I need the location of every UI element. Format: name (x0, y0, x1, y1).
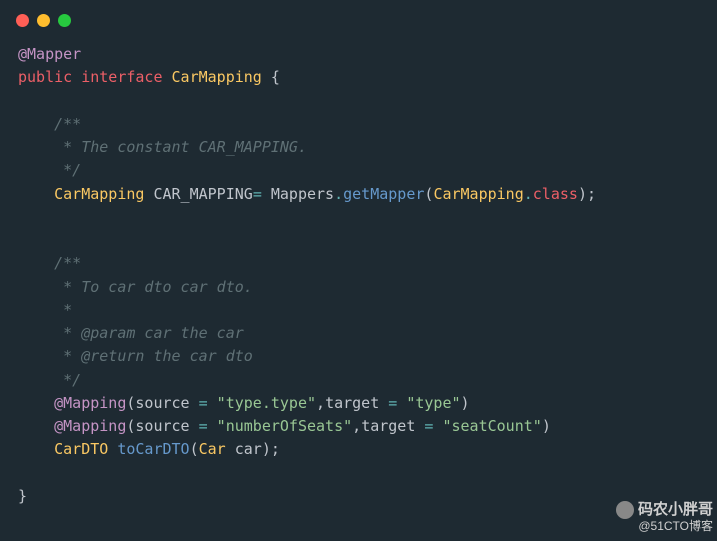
watermark: 码农小胖哥 @51CTO博客 (616, 500, 713, 535)
param-name: source (135, 417, 198, 435)
comma: , (316, 394, 325, 412)
equals: = (199, 417, 208, 435)
class-name: CarMapping (172, 68, 262, 86)
string-literal: "numberOfSeats" (208, 417, 353, 435)
class-ref: Mappers (271, 185, 334, 203)
comment-line: /** (54, 254, 81, 272)
semicolon: ; (271, 440, 280, 458)
comment-line: * The constant CAR_MAPPING. (54, 138, 307, 156)
param-type: Car (199, 440, 226, 458)
param-var: car (226, 440, 262, 458)
annotation: @Mapper (18, 45, 81, 63)
paren: ) (461, 394, 470, 412)
comment-line: */ (54, 371, 81, 389)
wechat-icon (616, 501, 634, 519)
close-brace: } (18, 487, 27, 505)
string-literal: "type" (397, 394, 460, 412)
comment-line: * @return the car dto (54, 347, 253, 365)
param-name: target (361, 417, 424, 435)
assign: = (253, 185, 271, 203)
keyword-public: public (18, 68, 72, 86)
return-type: CarDTO (54, 440, 108, 458)
string-literal: "seatCount" (433, 417, 541, 435)
open-brace: { (271, 68, 280, 86)
minimize-icon (37, 14, 50, 27)
constant-name: CAR_MAPPING (153, 185, 252, 203)
semicolon: ; (587, 185, 596, 203)
comment-line: * @param car the car (54, 324, 244, 342)
window-controls (0, 0, 717, 35)
code-block: @Mapper public interface CarMapping { /*… (0, 35, 717, 516)
comment-line: * To car dto car dto. (54, 278, 253, 296)
comment-line: */ (54, 161, 81, 179)
param-name: target (325, 394, 388, 412)
param-name: source (135, 394, 198, 412)
paren: ( (190, 440, 199, 458)
watermark-main: 码农小胖哥 (638, 500, 713, 520)
equals: = (199, 394, 208, 412)
keyword-interface: interface (81, 68, 162, 86)
paren: ) (542, 417, 551, 435)
method-call: getMapper (343, 185, 424, 203)
type: CarMapping (54, 185, 144, 203)
comment-line: /** (54, 115, 81, 133)
watermark-sub: @51CTO博客 (616, 519, 713, 535)
annotation: @Mapping (54, 417, 126, 435)
equals: = (388, 394, 397, 412)
paren: ) (262, 440, 271, 458)
close-icon (16, 14, 29, 27)
string-literal: "type.type" (208, 394, 316, 412)
dot: . (334, 185, 343, 203)
comment-line: * (54, 301, 72, 319)
arg-type: CarMapping (433, 185, 523, 203)
paren: ) (578, 185, 587, 203)
maximize-icon (58, 14, 71, 27)
keyword-class: class (533, 185, 578, 203)
dot: . (524, 185, 533, 203)
comma: , (352, 417, 361, 435)
method-name: toCarDTO (117, 440, 189, 458)
annotation: @Mapping (54, 394, 126, 412)
